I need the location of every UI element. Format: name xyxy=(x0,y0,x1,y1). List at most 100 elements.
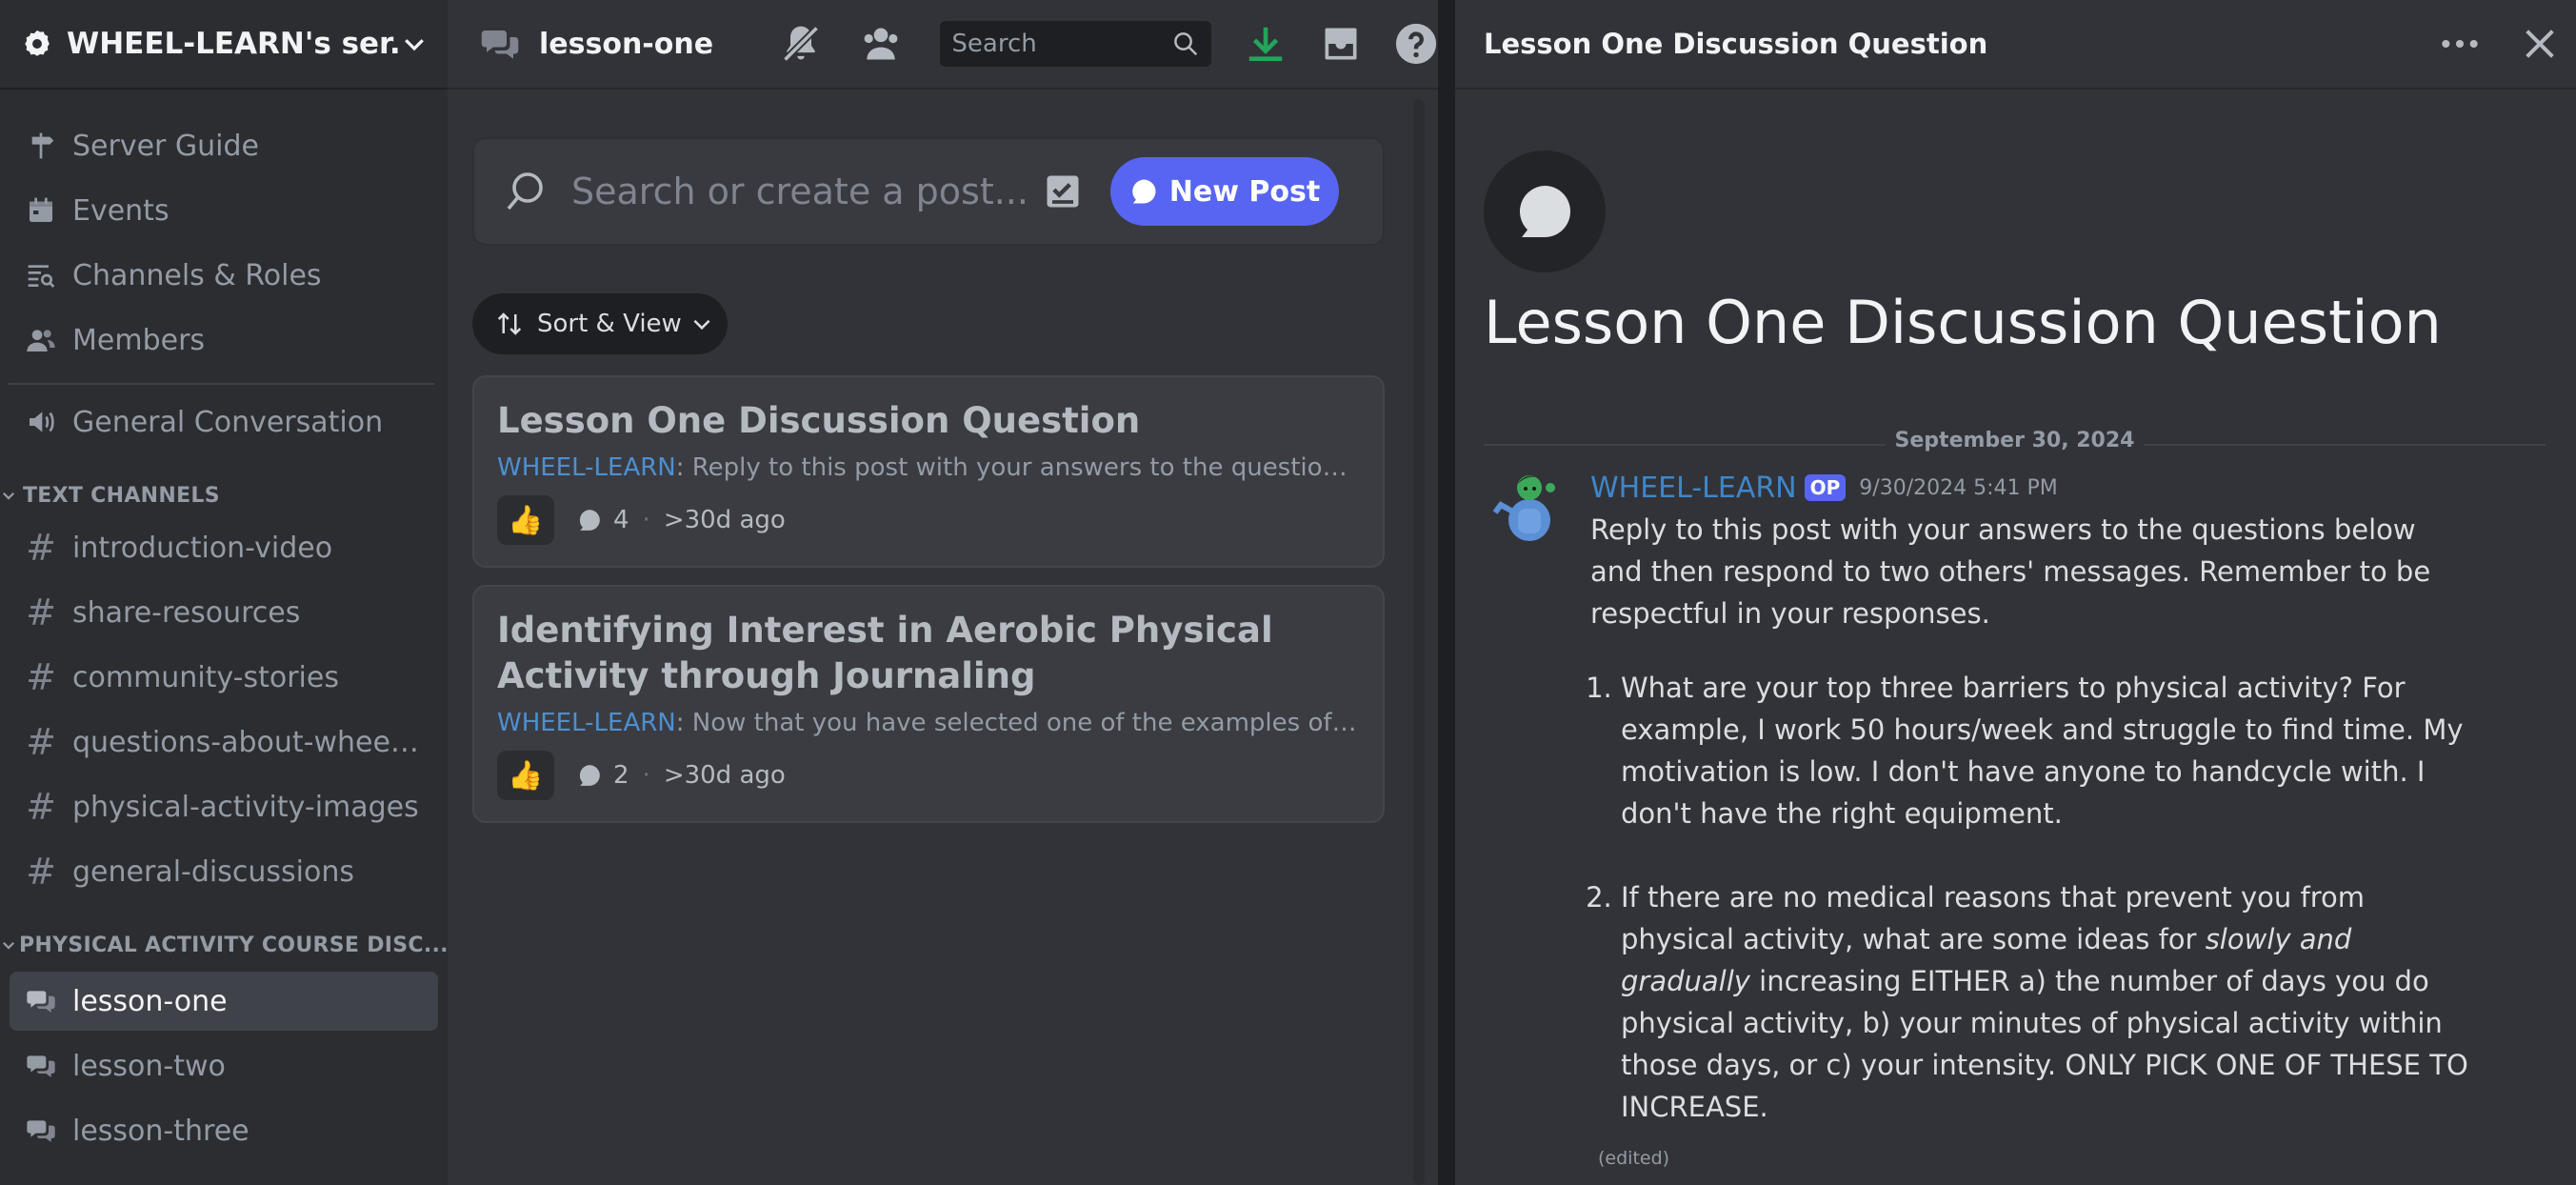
search-input[interactable]: Search xyxy=(940,21,1211,67)
sort-view-button[interactable]: Sort & View xyxy=(472,293,728,354)
thread-icon xyxy=(1484,151,1606,272)
post-author[interactable]: WHEEL-LEARN xyxy=(497,453,676,482)
bell-muted-icon[interactable] xyxy=(780,23,822,65)
search-or-create-post-input[interactable]: Search or create a post... New Post xyxy=(472,137,1385,246)
channel-physical-activity-images[interactable]: # physical-activity-images xyxy=(10,777,438,836)
reaction-button[interactable]: 👍 xyxy=(497,495,554,545)
op-badge: OP xyxy=(1804,474,1847,501)
question-1: What are your top three barriers to phys… xyxy=(1621,672,2464,830)
sidebar-item-members[interactable]: Members xyxy=(10,311,438,370)
sidebar-item-channels-roles[interactable]: Channels & Roles xyxy=(10,246,438,305)
date-divider: September 30, 2024 xyxy=(1484,425,2546,463)
meta-separator: · xyxy=(642,761,650,790)
download-icon[interactable] xyxy=(1244,22,1288,66)
post-guidelines-icon[interactable] xyxy=(1042,171,1084,212)
channel-introduction-video[interactable]: # introduction-video xyxy=(10,518,438,577)
more-options-icon[interactable] xyxy=(2439,23,2481,65)
channel-label: physical-activity-images xyxy=(72,790,419,824)
thread-header-title: Lesson One Discussion Question xyxy=(1484,28,1988,60)
scrollbar[interactable] xyxy=(1413,99,1425,1185)
sidebar-item-events[interactable]: Events xyxy=(10,181,438,240)
members-icon[interactable] xyxy=(860,23,902,65)
post-title: Identifying Interest in Aerobic Physical… xyxy=(497,610,1273,696)
chevron-down-icon xyxy=(0,936,17,954)
list-item: What are your top three barriers to phys… xyxy=(1621,667,2476,834)
voice-channel-general-conversation[interactable]: General Conversation xyxy=(10,392,438,452)
message-intro: Reply to this post with your answers to … xyxy=(1590,513,2431,630)
post-search-placeholder: Search or create a post... xyxy=(571,171,1028,212)
chevron-down-icon xyxy=(689,311,714,336)
channel-label: lesson-two xyxy=(72,1049,226,1083)
sort-icon xyxy=(495,310,524,338)
channel-questions-about-wheel[interactable]: # questions-about-wheel-... xyxy=(10,713,438,772)
channel-label: introduction-video xyxy=(72,531,333,565)
inbox-icon[interactable] xyxy=(1320,23,1362,65)
sidebar-item-label: Server Guide xyxy=(72,129,260,163)
help-icon[interactable] xyxy=(1394,22,1438,66)
new-post-label: New Post xyxy=(1168,174,1321,209)
panel-divider[interactable] xyxy=(1438,0,1455,1185)
category-text-channels[interactable]: TEXT CHANNELS xyxy=(0,476,448,514)
search-icon xyxy=(503,169,549,214)
new-post-button[interactable]: New Post xyxy=(1110,157,1339,226)
post-title: Lesson One Discussion Question xyxy=(497,400,1141,441)
server-icon xyxy=(21,28,53,60)
channel-label: share-resources xyxy=(72,595,301,630)
forum-icon xyxy=(25,1050,57,1082)
hash-icon: # xyxy=(26,851,56,893)
channel-label: lesson-one xyxy=(72,984,228,1018)
thumbs-up-icon: 👍 xyxy=(508,503,544,537)
reaction-button[interactable]: 👍 xyxy=(497,751,554,800)
sidebar-item-label: Events xyxy=(72,193,170,228)
post-preview-text: : Reply to this post with your answers t… xyxy=(675,453,1360,482)
hash-icon: # xyxy=(26,786,56,828)
forum-channel-lesson-one[interactable]: lesson-one xyxy=(10,972,438,1031)
message-author[interactable]: WHEEL-LEARN xyxy=(1590,472,1797,505)
server-header[interactable]: WHEEL-LEARN's ser... xyxy=(0,0,448,90)
members-icon xyxy=(25,324,57,356)
sidebar-item-label: Members xyxy=(72,323,206,357)
category-label: TEXT CHANNELS xyxy=(23,483,220,508)
post-author[interactable]: WHEEL-LEARN xyxy=(497,709,676,737)
post-meta: 👍 2 · >30d ago xyxy=(497,751,1360,800)
chevron-down-icon xyxy=(400,30,429,58)
channels-roles-icon xyxy=(25,259,57,291)
chat-bubble-icon xyxy=(1129,177,1158,206)
sidebar-item-server-guide[interactable]: Server Guide xyxy=(10,116,438,175)
chevron-down-icon xyxy=(0,487,21,504)
channel-general-discussions[interactable]: # general-discussions xyxy=(10,842,438,901)
thread-panel: Lesson One Discussion Question September… xyxy=(1455,90,2576,1185)
channel-share-resources[interactable]: # share-resources xyxy=(10,583,438,642)
close-icon[interactable] xyxy=(2521,25,2559,63)
post-meta: 👍 4 · >30d ago xyxy=(497,495,1360,545)
category-physical-activity-course[interactable]: PHYSICAL ACTIVITY COURSE DISC... xyxy=(0,926,448,964)
edited-label: (edited) xyxy=(1598,1148,1670,1169)
forum-post-list: Search or create a post... New Post Sort… xyxy=(448,90,1438,1185)
sidebar-divider xyxy=(8,383,434,385)
meta-separator: · xyxy=(642,506,650,534)
post-preview: WHEEL-LEARN: Now that you have selected … xyxy=(497,709,1360,737)
post-preview-text: : Now that you have selected one of the … xyxy=(675,709,1360,737)
question-2: If there are no medical reasons that pre… xyxy=(1621,876,2476,1128)
question-list: What are your top three barriers to phys… xyxy=(1590,667,2476,1128)
channel-label: lesson-three xyxy=(72,1114,250,1148)
post-age: >30d ago xyxy=(663,506,786,534)
hash-icon: # xyxy=(26,592,56,633)
forum-post-card[interactable]: Identifying Interest in Aerobic Physical… xyxy=(472,585,1385,823)
message-body: Reply to this post with your answers to … xyxy=(1590,509,2476,1179)
signpost-icon xyxy=(25,130,57,162)
message-timestamp: 9/30/2024 5:41 PM xyxy=(1859,475,2058,500)
forum-channel-lesson-three[interactable]: lesson-three xyxy=(10,1101,438,1160)
list-item: If there are no medical reasons that pre… xyxy=(1621,876,2476,1128)
hash-icon: # xyxy=(26,656,56,698)
channel-community-stories[interactable]: # community-stories xyxy=(10,648,438,707)
avatar[interactable] xyxy=(1484,467,1562,545)
channel-label: general-discussions xyxy=(72,854,354,889)
forum-icon xyxy=(480,24,520,64)
calendar-icon xyxy=(25,194,57,227)
message-header: WHEEL-LEARN OP 9/30/2024 5:41 PM xyxy=(1590,467,2058,509)
channel-sidebar: WHEEL-LEARN's ser... Server Guide Events… xyxy=(0,0,448,1185)
forum-channel-lesson-two[interactable]: lesson-two xyxy=(10,1036,438,1095)
forum-post-card[interactable]: Lesson One Discussion Question WHEEL-LEA… xyxy=(472,375,1385,568)
category-label: PHYSICAL ACTIVITY COURSE DISC... xyxy=(19,933,448,957)
